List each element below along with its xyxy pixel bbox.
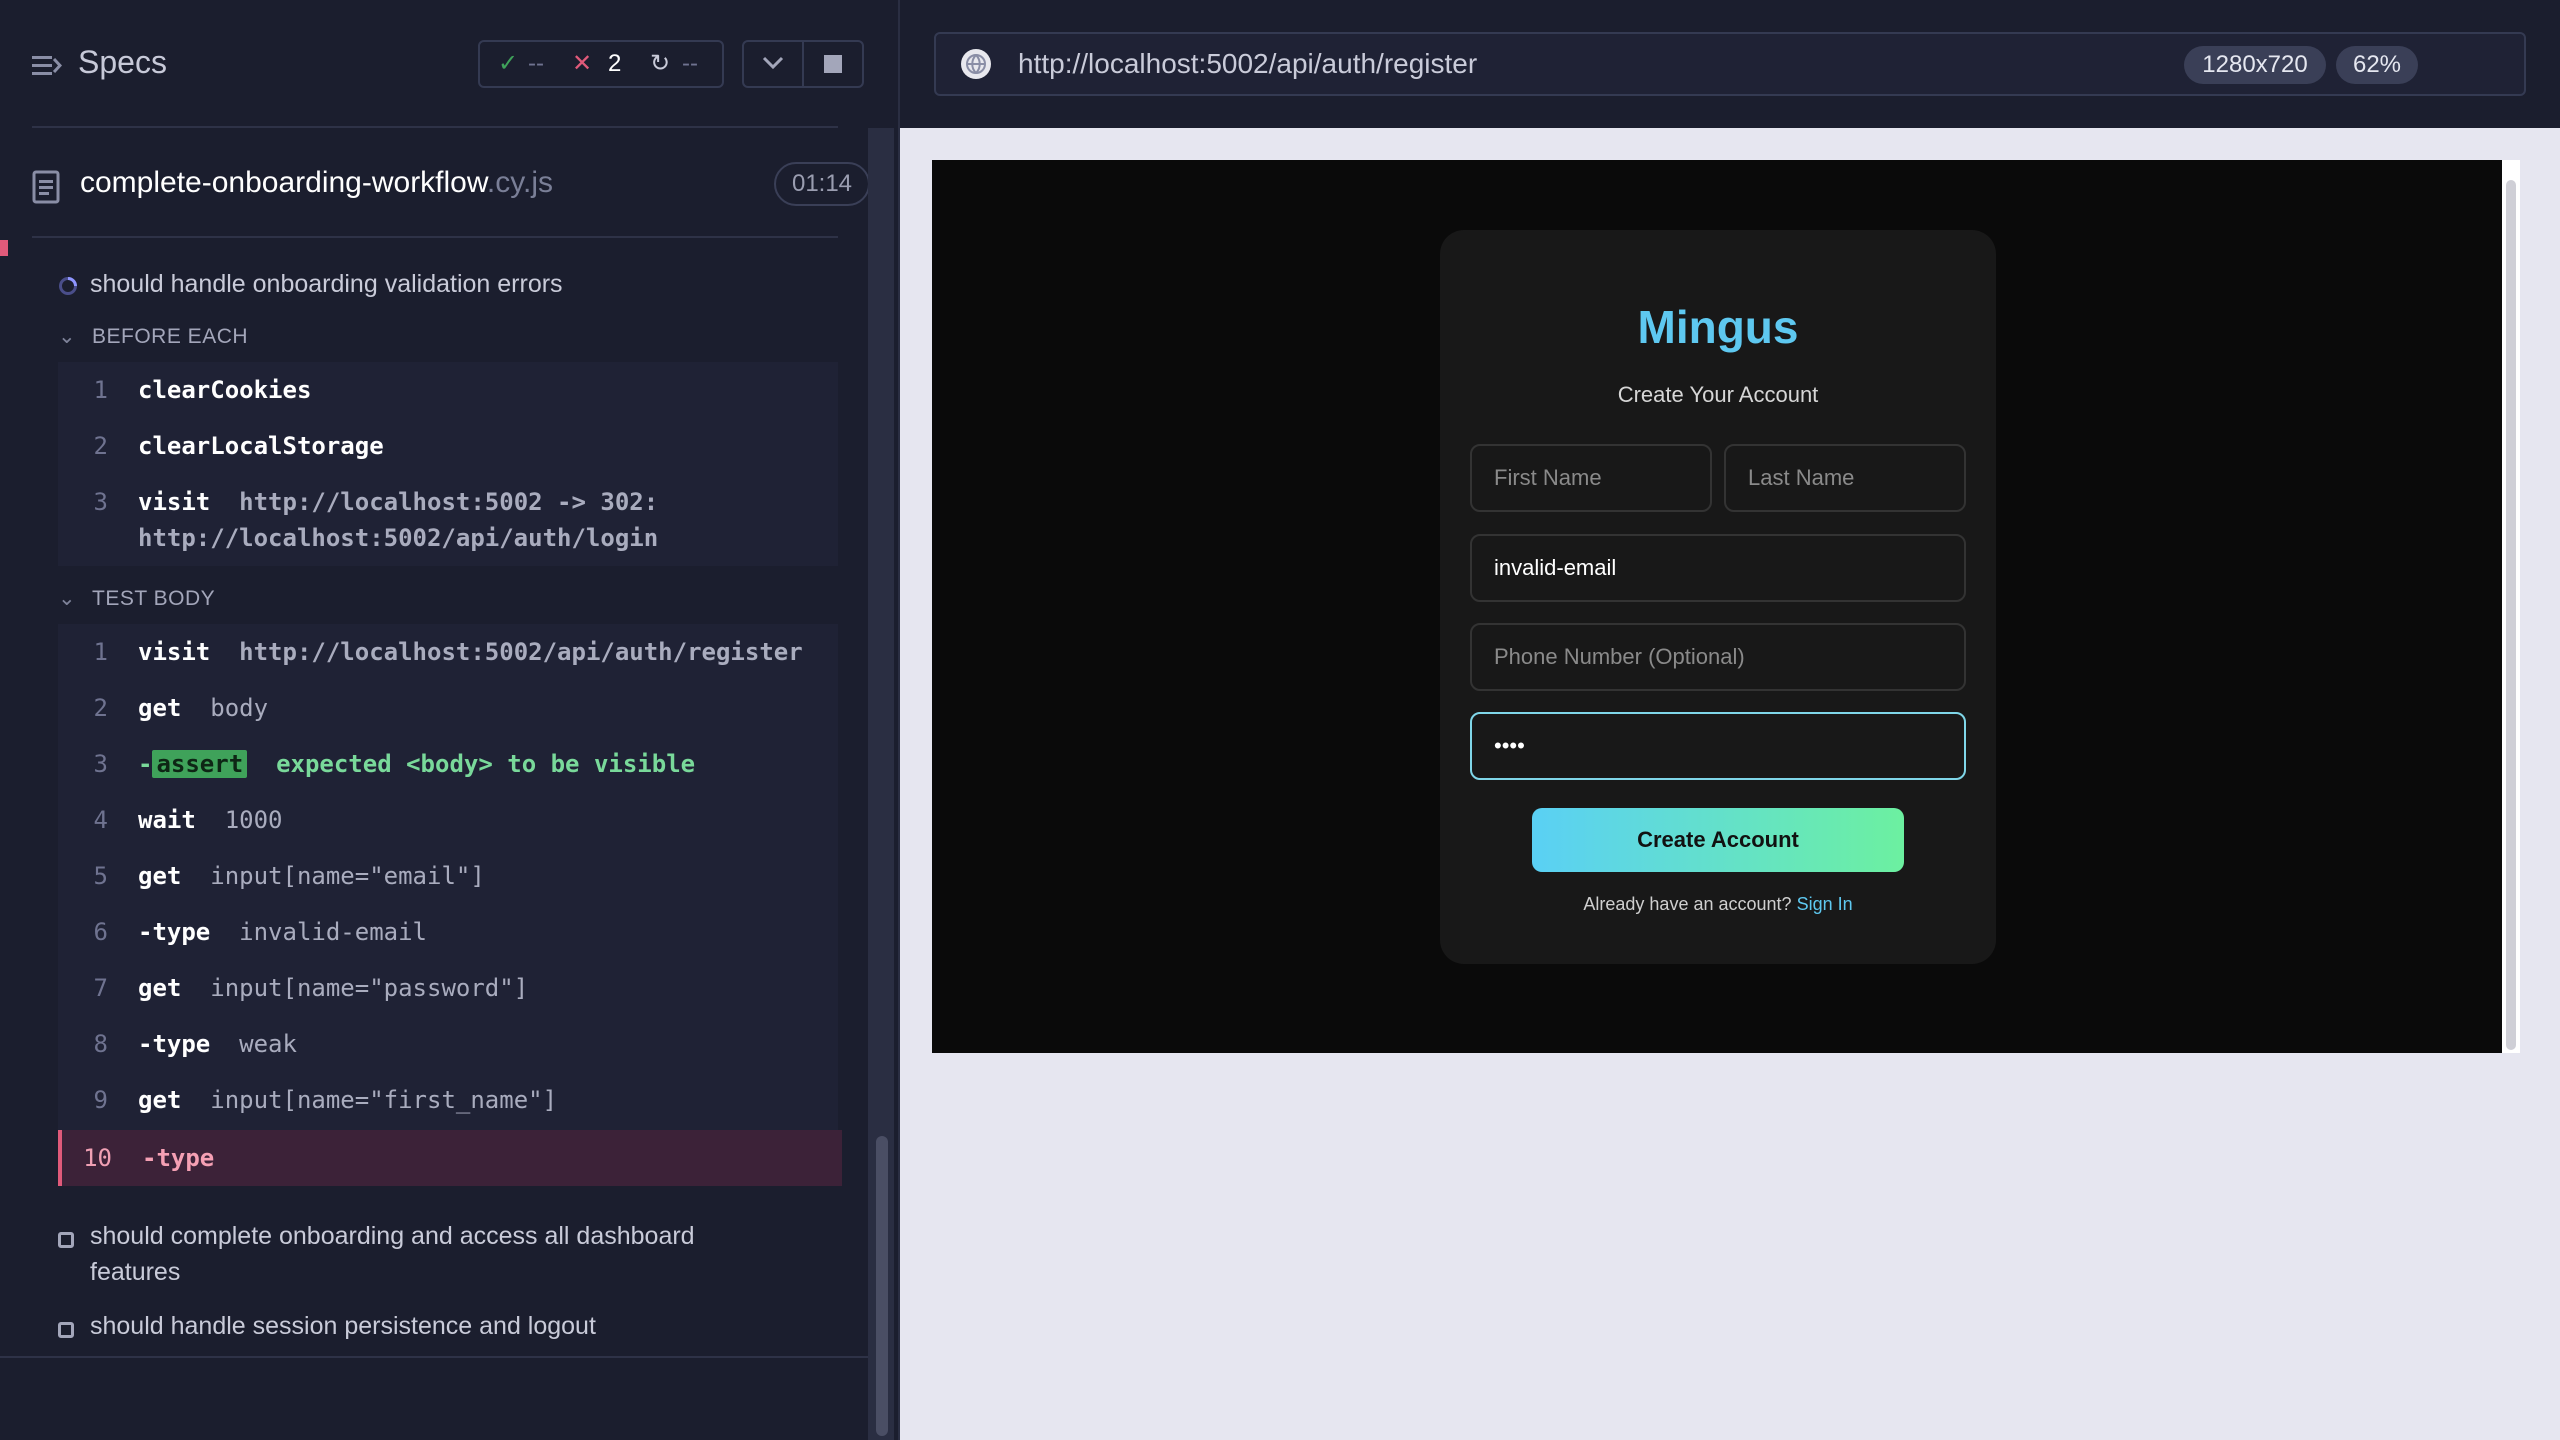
register-card: Mingus Create Your Account Create Accoun… — [1440, 230, 1996, 964]
test-body-header[interactable]: ⌄ TEST BODY — [58, 586, 215, 611]
signin-prompt: Already have an account? Sign In — [1583, 894, 1853, 914]
spec-file-name[interactable]: complete-onboarding-workflow.cy.js — [80, 166, 553, 200]
current-test-title[interactable]: should handle onboarding validation erro… — [90, 270, 563, 299]
command-row[interactable]: 2 clearLocalStorage — [58, 418, 838, 474]
stop-button[interactable] — [802, 40, 864, 88]
email-field[interactable] — [1470, 534, 1966, 602]
divider — [32, 126, 838, 128]
test-stats: ✓ -- ✕ 2 ↻ -- — [478, 40, 724, 88]
aut-header: http://localhost:5002/api/auth/register … — [900, 0, 2560, 128]
running-spinner-icon — [59, 277, 77, 295]
command-row[interactable]: 3 - assert expected <body> to be visible — [58, 736, 838, 792]
command-row[interactable]: 4 wait 1000 — [58, 792, 838, 848]
pending-icon: ↻ — [650, 50, 671, 77]
command-row[interactable]: 9 get input[name="first_name"] — [58, 1072, 838, 1128]
stop-icon — [824, 55, 842, 73]
test-pending-icon — [58, 1232, 74, 1248]
divider — [32, 236, 838, 238]
zoom-badge[interactable]: 62% — [2336, 46, 2418, 84]
password-field[interactable] — [1470, 712, 1966, 780]
command-row[interactable]: 1 visit http://localhost:5002/api/auth/r… — [58, 624, 838, 680]
reporter-scrollbar-thumb[interactable] — [876, 1136, 888, 1436]
chevron-down-icon: ⌄ — [58, 325, 77, 348]
command-row[interactable]: 7 get input[name="password"] — [58, 960, 838, 1016]
test-title[interactable]: should complete onboarding and access al… — [90, 1222, 695, 1251]
app-viewport: Mingus Create Your Account Create Accoun… — [932, 160, 2502, 1053]
spec-duration: 01:14 — [774, 162, 870, 206]
last-name-field[interactable] — [1724, 444, 1966, 512]
create-account-button[interactable]: Create Account — [1532, 808, 1904, 872]
failed-marker — [0, 240, 8, 256]
test-body-commands: 1 visit http://localhost:5002/api/auth/r… — [58, 624, 842, 1186]
chevron-down-icon: ⌄ — [58, 587, 77, 610]
passed-icon: ✓ — [498, 50, 519, 77]
command-row[interactable]: 2 get body — [58, 680, 838, 736]
failed-command-row[interactable]: 10 -type — [58, 1130, 842, 1186]
chevron-down-icon — [762, 56, 784, 70]
sign-in-link[interactable]: Sign In — [1797, 894, 1853, 914]
viewport-scrollbar-thumb[interactable] — [2506, 180, 2516, 1050]
url-text[interactable]: http://localhost:5002/api/auth/register — [1018, 48, 1477, 80]
command-row[interactable]: 5 get input[name="email"] — [58, 848, 838, 904]
test-title[interactable]: should handle session persistence and lo… — [90, 1312, 596, 1341]
first-name-field[interactable] — [1470, 444, 1712, 512]
specs-list-icon[interactable] — [32, 50, 62, 82]
command-row[interactable]: 6 -type invalid-email — [58, 904, 838, 960]
command-row[interactable]: 3 visit http://localhost:5002 -> 302: ht… — [58, 474, 838, 566]
failed-icon: ✕ — [572, 50, 593, 77]
divider — [0, 1356, 868, 1358]
before-each-header[interactable]: ⌄ BEFORE EACH — [58, 324, 248, 349]
specs-label[interactable]: Specs — [78, 44, 167, 81]
expand-all-button[interactable] — [742, 40, 804, 88]
test-title-continued[interactable]: features — [90, 1258, 180, 1287]
before-each-commands: 1 clearCookies 2 clearLocalStorage 3 vis… — [58, 362, 838, 566]
test-pending-icon — [58, 1322, 74, 1338]
passed-count: -- — [528, 50, 544, 77]
failed-count: 2 — [608, 50, 622, 77]
reporter-panel: Specs ✓ -- ✕ 2 ↻ -- complete-onboarding-… — [0, 0, 898, 1440]
url-bar[interactable]: http://localhost:5002/api/auth/register … — [934, 32, 2526, 96]
brand-logo: Mingus — [1637, 301, 1799, 353]
reporter-header: Specs ✓ -- ✕ 2 ↻ -- — [0, 0, 898, 128]
phone-field[interactable] — [1470, 623, 1966, 691]
viewport-size-badge[interactable]: 1280x720 — [2184, 46, 2326, 84]
spec-file-row: complete-onboarding-workflow.cy.js 01:14 — [32, 162, 870, 218]
command-row[interactable]: 8 -type weak — [58, 1016, 838, 1072]
command-row[interactable]: 1 clearCookies — [58, 362, 838, 418]
form-subtitle: Create Your Account — [1617, 382, 1819, 407]
document-icon — [32, 170, 60, 204]
pending-count: -- — [682, 50, 698, 77]
globe-icon — [961, 49, 991, 79]
aut-panel: http://localhost:5002/api/auth/register … — [900, 0, 2560, 1440]
